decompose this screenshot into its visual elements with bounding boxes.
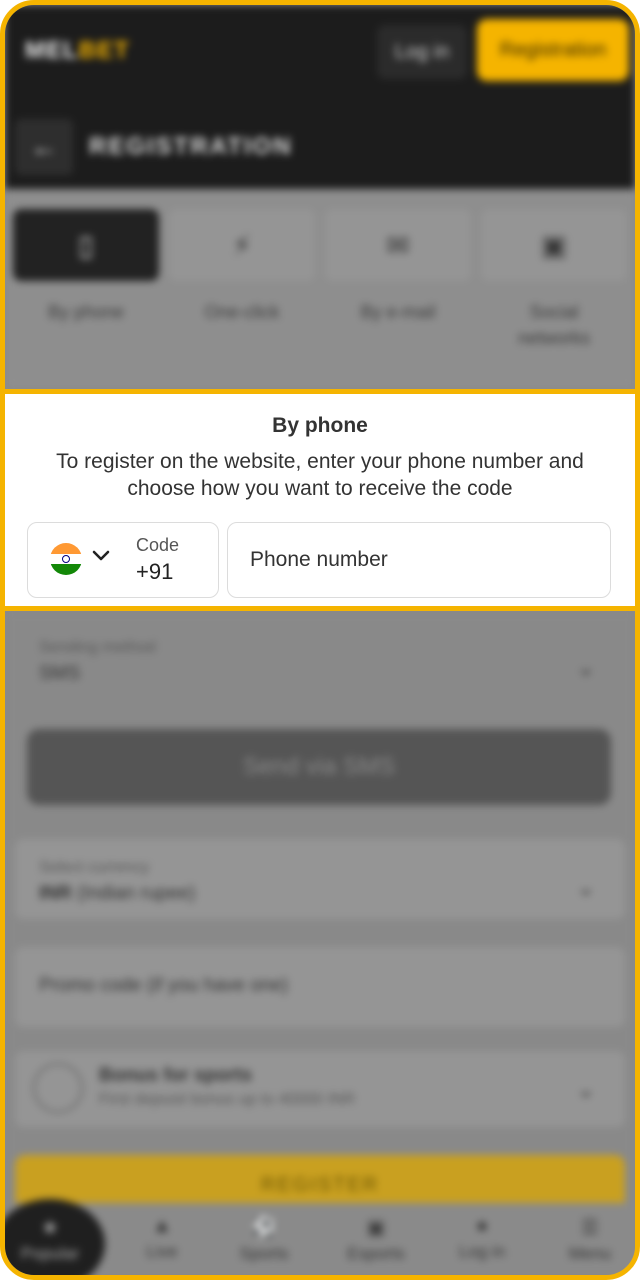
country-code-select[interactable]: Code +91 [27,522,219,598]
star-icon: ★ [41,1217,59,1239]
tab-label: By phone [47,302,125,322]
chevron-down-icon: ⌄ [576,875,595,900]
chevron-down-icon: ⌄ [576,1077,595,1102]
phone-registration-card: By phone To register on the website, ent… [5,389,635,611]
sending-method-select[interactable]: Sending method SMS ⌄ [15,619,625,711]
nav-label: Log in [458,1242,506,1261]
bonus-title: Bonus for sports [99,1065,253,1086]
send-sms-button[interactable]: Send via SMS [27,729,611,805]
registration-tabs: ▯ ⚡ ✉ ▣ By phone One-click By e-mail Soc… [5,189,635,389]
tab-label: Social networks [517,302,591,348]
phone-number-input[interactable] [227,522,611,598]
logo-part-left: MEL [25,37,79,64]
fire-icon: ▲ [152,1215,172,1237]
chevron-down-icon: ⌄ [576,655,595,680]
nav-live[interactable]: ▲ Live [117,1215,207,1262]
tab-label: One-click [204,302,280,322]
registration-button[interactable]: Registration [477,19,629,81]
currency-label: Select currency [39,859,150,876]
currency-code: INR [39,883,72,904]
nav-label: Menu [568,1244,612,1263]
brand-logo[interactable]: MELBET [25,37,130,65]
registration-form: Sending method SMS ⌄ Send via SMS Select… [5,611,635,1275]
user-icon: ● [475,1215,489,1237]
card-description: To register on the website, enter your p… [56,450,584,500]
chevron-down-icon [92,550,110,561]
currency-select[interactable]: Select currency INR (Indian rupee) ⌄ [15,839,625,919]
page-title: REGISTRATION [89,133,293,160]
currency-value: INR (Indian rupee) [39,883,195,905]
bottom-navigation: ★ Popular ▲ Live ⚽ Sports ▣ Esports ● Log in … [5,1199,635,1275]
nav-label: Popular [20,1244,80,1263]
ball-icon [33,1063,83,1113]
login-button[interactable]: Log in [377,25,467,79]
arrow-left-icon: ← [30,131,58,162]
promo-code-input[interactable]: Promo code (if you have one) [15,947,625,1027]
nav-label: Sports [239,1244,289,1263]
gamepad-icon: ▣ [366,1217,386,1239]
tab-social-networks[interactable]: ▣ [481,209,627,281]
phone-icon: ▯ [78,229,94,261]
top-bar: MELBET Log in Registration ← REGISTRATIO… [5,5,635,189]
currency-name: (Indian rupee) [77,883,196,904]
nav-esports[interactable]: ▣ Esports [331,1215,421,1264]
mail-icon: ✉ [386,229,410,261]
gamepad-icon: ▣ [540,229,568,261]
device-frame: MELBET Log in Registration ← REGISTRATIO… [0,0,640,1280]
back-button[interactable]: ← [15,119,73,175]
ball-icon: ⚽ [251,1217,277,1239]
card-title: By phone [272,414,368,437]
india-flag-icon [50,543,82,575]
nav-label: Esports [347,1244,405,1263]
nav-sports[interactable]: ⚽ Sports [219,1215,309,1264]
nav-login[interactable]: ● Log in [437,1215,527,1262]
code-label: Code [136,535,180,555]
sending-method-label: Sending method [39,639,156,656]
blurred-background: MELBET Log in Registration ← REGISTRATIO… [5,5,635,1275]
nav-menu[interactable]: ☰ Menu [545,1215,635,1264]
bonus-description: First deposit bonus up to 40000 INR [99,1091,356,1108]
tab-by-phone[interactable]: ▯ [13,209,159,281]
menu-icon: ☰ [581,1217,599,1239]
promo-placeholder: Promo code (if you have one) [39,975,289,996]
tab-one-click[interactable]: ⚡ [169,209,315,281]
tab-label: By e-mail [360,302,436,322]
nav-label: Live [146,1242,178,1261]
logo-part-right: BET [78,37,130,64]
lightning-icon: ⚡ [232,229,252,261]
code-value: +91 [136,559,174,584]
sending-method-value: SMS [39,663,81,684]
nav-popular[interactable]: ★ Popular [5,1215,95,1264]
bonus-select[interactable]: Bonus for sports First deposit bonus up … [15,1051,625,1127]
tab-by-email[interactable]: ✉ [325,209,471,281]
